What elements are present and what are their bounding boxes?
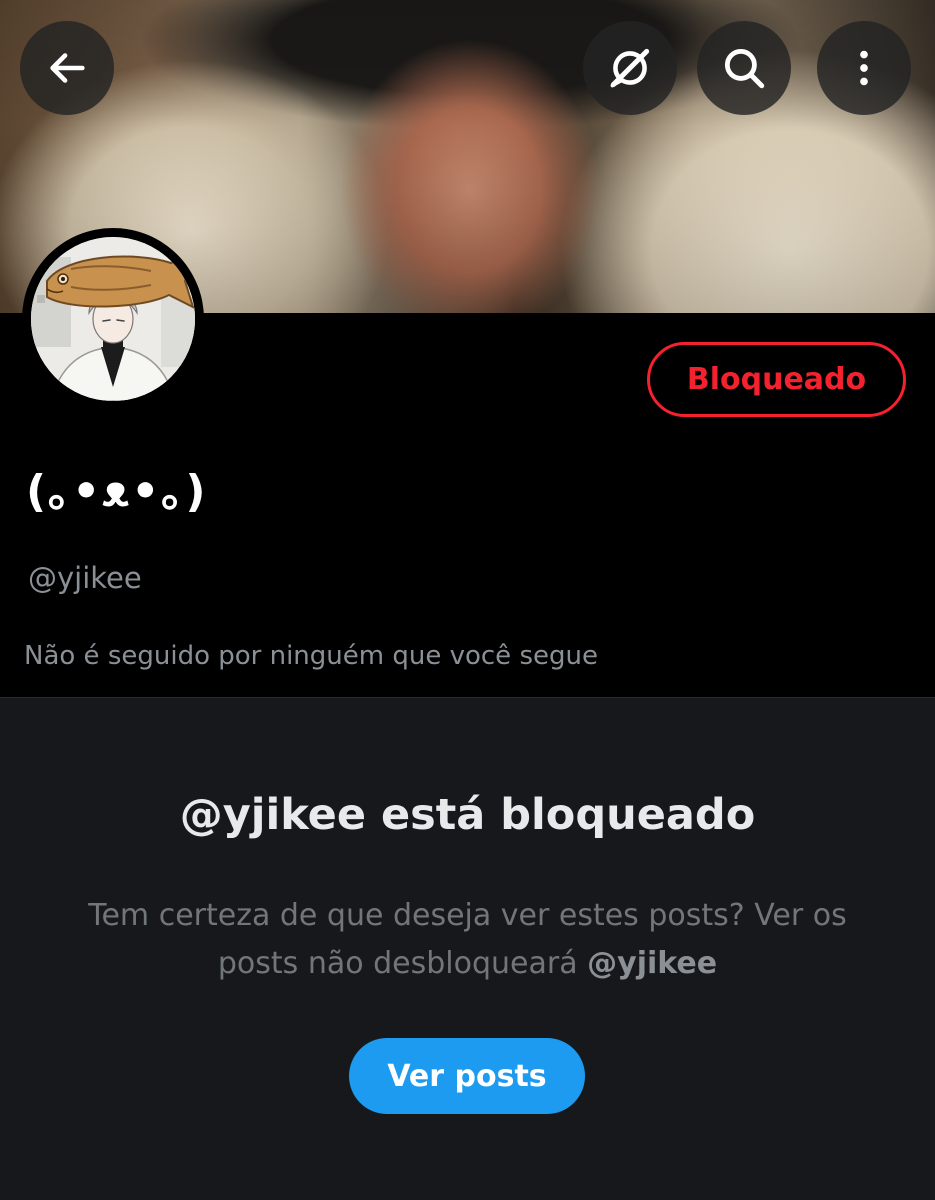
followed-by-text: Não é seguido por ninguém que você segue xyxy=(24,641,598,671)
more-vertical-icon xyxy=(841,45,887,91)
blocked-notice-panel: @yjikee está bloqueado Tem certeza de qu… xyxy=(0,697,935,1200)
grok-icon xyxy=(605,43,655,93)
arrow-left-icon xyxy=(44,45,90,91)
profile-handle: @yjikee xyxy=(28,561,142,595)
back-button[interactable] xyxy=(20,21,114,115)
more-options-button[interactable] xyxy=(817,21,911,115)
blocked-title: @yjikee está bloqueado xyxy=(179,790,756,840)
avatar[interactable] xyxy=(22,228,204,410)
view-posts-button[interactable]: Ver posts xyxy=(349,1038,585,1114)
search-button[interactable] xyxy=(697,21,791,115)
avatar-image xyxy=(31,237,195,401)
display-name: (｡•ᴥ•｡) xyxy=(26,466,208,517)
profile-page: Bloqueado (｡•ᴥ•｡) @yjikee Não é seguido … xyxy=(0,0,935,1200)
blocked-description: Tem certeza de que deseja ver estes post… xyxy=(60,892,875,988)
blocked-description-text: Tem certeza de que deseja ver estes post… xyxy=(88,898,847,981)
blocked-button[interactable]: Bloqueado xyxy=(647,342,906,417)
blocked-description-handle: @yjikee xyxy=(587,946,718,981)
search-icon xyxy=(719,43,769,93)
grok-button[interactable] xyxy=(583,21,677,115)
